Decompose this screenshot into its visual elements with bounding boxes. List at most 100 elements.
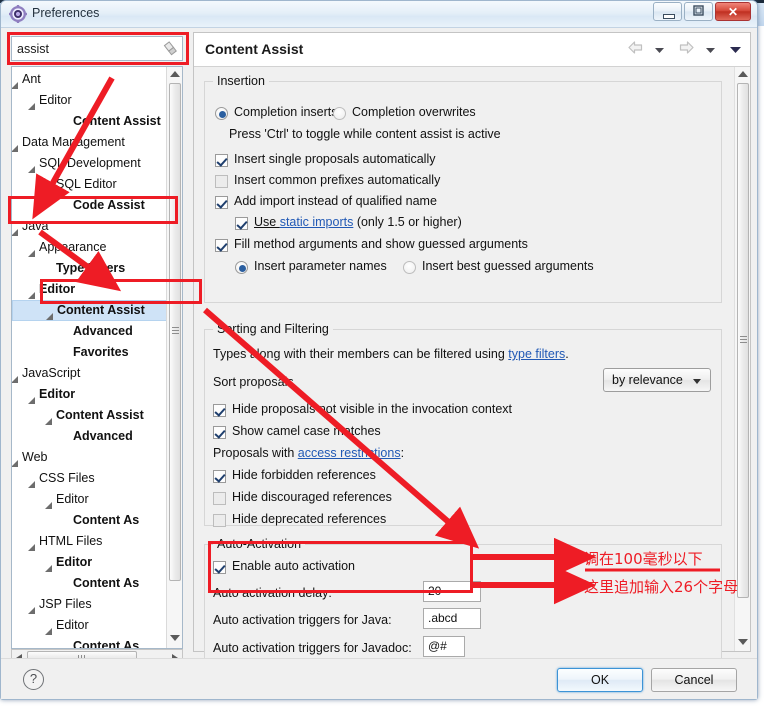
add-import-checkbox[interactable]: Add import instead of qualified name bbox=[215, 194, 437, 209]
scroll-up-arrow-icon[interactable] bbox=[738, 71, 748, 77]
tree-item-content-as[interactable]: Content As bbox=[12, 636, 168, 648]
tree-item-advanced[interactable]: Advanced bbox=[12, 426, 168, 447]
tree-expand-arrow-icon[interactable] bbox=[12, 454, 19, 467]
tree-item-editor[interactable]: Editor bbox=[12, 384, 168, 405]
tree-item-content-as[interactable]: Content As bbox=[12, 573, 168, 594]
tree-expand-arrow-icon[interactable] bbox=[12, 139, 19, 152]
insert-single-proposals-checkbox[interactable]: Insert single proposals automatically bbox=[215, 152, 436, 167]
tree-item-javascript[interactable]: JavaScript bbox=[12, 363, 168, 384]
tree-item-editor[interactable]: Editor bbox=[12, 489, 168, 510]
scroll-down-arrow-icon[interactable] bbox=[738, 639, 748, 645]
tree-item-web[interactable]: Web bbox=[12, 447, 168, 468]
eraser-icon[interactable] bbox=[163, 41, 178, 56]
auto-activation-triggers-javadoc-input[interactable]: @# bbox=[423, 636, 465, 657]
forward-menu-chevron-down-icon[interactable] bbox=[705, 41, 716, 59]
fill-method-arguments-label: Fill method arguments and show guessed a… bbox=[234, 237, 528, 251]
tree-expand-arrow-icon[interactable] bbox=[12, 76, 19, 89]
tree-expand-arrow-icon[interactable] bbox=[45, 622, 53, 635]
tree-item-content-assist[interactable]: Content Assist bbox=[12, 111, 168, 132]
access-restrictions-description: Proposals with access restrictions: bbox=[213, 446, 404, 460]
left-navigation-pane: AntEditorContent AssistData ManagementSQ… bbox=[7, 32, 189, 666]
tree-item-content-as[interactable]: Content As bbox=[12, 510, 168, 531]
tree-expand-arrow-icon[interactable] bbox=[45, 412, 53, 425]
tree-expand-arrow-icon[interactable] bbox=[28, 538, 36, 551]
maximize-button[interactable] bbox=[684, 2, 713, 21]
static-imports-link[interactable]: static imports bbox=[280, 215, 354, 229]
back-menu-chevron-down-icon[interactable] bbox=[654, 41, 665, 59]
tree-expand-arrow-icon[interactable] bbox=[28, 475, 36, 488]
tree-item-jsp-files[interactable]: JSP Files bbox=[12, 594, 168, 615]
sort-proposals-dropdown[interactable]: by relevance bbox=[603, 368, 711, 392]
checkbox-indicator bbox=[213, 514, 226, 527]
hide-deprecated-references-checkbox[interactable]: Hide deprecated references bbox=[213, 512, 387, 527]
tree-expand-arrow-icon[interactable] bbox=[46, 308, 54, 320]
tree-item-java[interactable]: Java bbox=[12, 216, 168, 237]
help-button[interactable]: ? bbox=[23, 669, 44, 690]
hide-deprecated-references-label: Hide deprecated references bbox=[232, 512, 387, 526]
insert-parameter-names-radio[interactable]: Insert parameter names bbox=[235, 259, 387, 274]
close-button[interactable]: ✕ bbox=[715, 2, 751, 21]
preferences-tree[interactable]: Ant Editor Content Assist Data Management SQ… bbox=[11, 66, 183, 649]
use-static-imports-checkbox[interactable]: Use static imports (only 1.5 or higher) bbox=[235, 215, 462, 230]
tree-item-html-files[interactable]: HTML Files bbox=[12, 531, 168, 552]
tree-item-ant[interactable]: Ant bbox=[12, 69, 168, 90]
tree-item-advanced[interactable]: Advanced bbox=[12, 321, 168, 342]
completion-inserts-radio[interactable]: Completion inserts bbox=[215, 105, 338, 120]
auto-activation-delay-input[interactable]: 20 bbox=[423, 581, 481, 602]
access-restrictions-link[interactable]: access restrictions bbox=[298, 446, 401, 460]
search-input[interactable] bbox=[12, 37, 162, 60]
page-vertical-scrollbar[interactable] bbox=[734, 67, 750, 651]
tree-item-appearance[interactable]: Appearance bbox=[12, 237, 168, 258]
tree-item-editor[interactable]: Editor bbox=[12, 615, 168, 636]
dialog-title: Preferences bbox=[32, 6, 100, 20]
tree-item-sql-editor[interactable]: SQL Editor bbox=[12, 174, 168, 195]
tree-item-favorites[interactable]: Favorites bbox=[12, 342, 168, 363]
tree-item-editor[interactable]: Editor bbox=[12, 90, 168, 111]
hide-discouraged-references-checkbox[interactable]: Hide discouraged references bbox=[213, 490, 392, 505]
tree-item-content-assist[interactable]: Content Assist bbox=[12, 405, 168, 426]
tree-item-type-filters[interactable]: Type Filters bbox=[12, 258, 168, 279]
tree-item-css-files[interactable]: CSS Files bbox=[12, 468, 168, 489]
tree-expand-arrow-icon[interactable] bbox=[28, 391, 36, 404]
tree-scroll-thumb[interactable] bbox=[169, 83, 181, 581]
type-filters-link[interactable]: type filters bbox=[508, 347, 565, 361]
tree-expand-arrow-icon[interactable] bbox=[28, 97, 36, 110]
tree-vertical-scrollbar[interactable] bbox=[166, 67, 182, 648]
tree-expand-arrow-icon[interactable] bbox=[45, 559, 53, 572]
tree-expand-arrow-icon[interactable] bbox=[28, 160, 36, 173]
ok-button[interactable]: OK bbox=[557, 668, 643, 692]
filter-search-box[interactable] bbox=[11, 36, 183, 61]
scroll-up-arrow-icon[interactable] bbox=[170, 71, 180, 77]
auto-activation-legend: Auto-Activation bbox=[213, 537, 306, 551]
tree-item-content-assist[interactable]: Content Assist bbox=[12, 300, 168, 321]
tree-expand-arrow-icon[interactable] bbox=[28, 286, 36, 299]
show-camel-case-checkbox[interactable]: Show camel case matches bbox=[213, 424, 381, 439]
page-scroll-thumb[interactable] bbox=[737, 83, 749, 598]
tree-item-data-management[interactable]: Data Management bbox=[12, 132, 168, 153]
tree-item-sql-development[interactable]: SQL Development bbox=[12, 153, 168, 174]
minimize-button[interactable] bbox=[653, 2, 682, 21]
hide-forbidden-references-checkbox[interactable]: Hide forbidden references bbox=[213, 468, 376, 483]
cancel-button[interactable]: Cancel bbox=[651, 668, 737, 692]
fill-method-arguments-checkbox[interactable]: Fill method arguments and show guessed a… bbox=[215, 237, 528, 252]
insert-best-guessed-radio[interactable]: Insert best guessed arguments bbox=[403, 259, 594, 274]
tree-expand-arrow-icon[interactable] bbox=[28, 601, 36, 614]
tree-expand-arrow-icon[interactable] bbox=[12, 370, 19, 383]
tree-item-editor[interactable]: Editor bbox=[12, 279, 168, 300]
preferences-gear-icon bbox=[8, 4, 28, 24]
completion-overwrites-radio[interactable]: Completion overwrites bbox=[333, 105, 476, 120]
tree-expand-arrow-icon[interactable] bbox=[45, 496, 53, 509]
tree-items-container: Ant Editor Content Assist Data Management SQ… bbox=[12, 69, 168, 648]
tree-item-editor[interactable]: Editor bbox=[12, 552, 168, 573]
tree-expand-arrow-icon[interactable] bbox=[12, 223, 19, 236]
view-menu-chevron-down-icon[interactable] bbox=[729, 41, 742, 59]
tree-item-code-assist[interactable]: Code Assist bbox=[12, 195, 168, 216]
scroll-down-arrow-icon[interactable] bbox=[170, 635, 180, 641]
enable-auto-activation-checkbox[interactable]: Enable auto activation bbox=[213, 559, 355, 574]
forward-arrow-icon[interactable] bbox=[678, 40, 695, 60]
auto-activation-triggers-java-input[interactable]: .abcd bbox=[423, 608, 481, 629]
insert-common-prefixes-checkbox[interactable]: Insert common prefixes automatically bbox=[215, 173, 440, 188]
hide-invisible-proposals-checkbox[interactable]: Hide proposals not visible in the invoca… bbox=[213, 402, 512, 417]
tree-expand-arrow-icon[interactable] bbox=[28, 244, 36, 257]
back-arrow-icon[interactable] bbox=[627, 40, 644, 60]
